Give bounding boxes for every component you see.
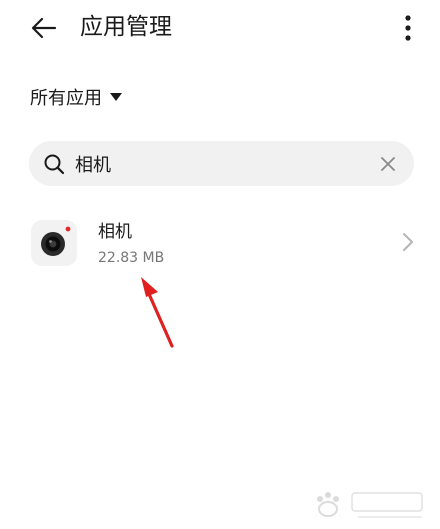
more-options-button[interactable] — [394, 10, 422, 46]
filter-label: 所有应用 — [30, 88, 102, 109]
app-filter-dropdown[interactable]: 所有应用 — [30, 82, 122, 112]
search-bar[interactable] — [29, 141, 414, 186]
close-icon — [381, 157, 395, 171]
search-icon — [44, 154, 65, 175]
baidu-jingyan-logo — [317, 492, 423, 518]
camera-app-icon — [31, 220, 77, 266]
back-button[interactable] — [26, 10, 62, 46]
title-bar: 应用管理 — [0, 0, 440, 56]
annotation-arrow-icon — [141, 277, 174, 348]
search-input[interactable] — [75, 141, 375, 186]
caret-down-icon — [110, 93, 122, 101]
more-vertical-icon — [405, 15, 411, 41]
app-name: 相机 — [98, 222, 132, 242]
chevron-right-icon — [400, 230, 416, 254]
app-list-item[interactable]: 相机 22.83 MB — [0, 206, 440, 282]
page-title: 应用管理 — [80, 14, 172, 40]
app-size: 22.83 MB — [98, 250, 165, 266]
arrow-left-icon — [31, 17, 57, 39]
clear-search-button[interactable] — [376, 152, 400, 176]
